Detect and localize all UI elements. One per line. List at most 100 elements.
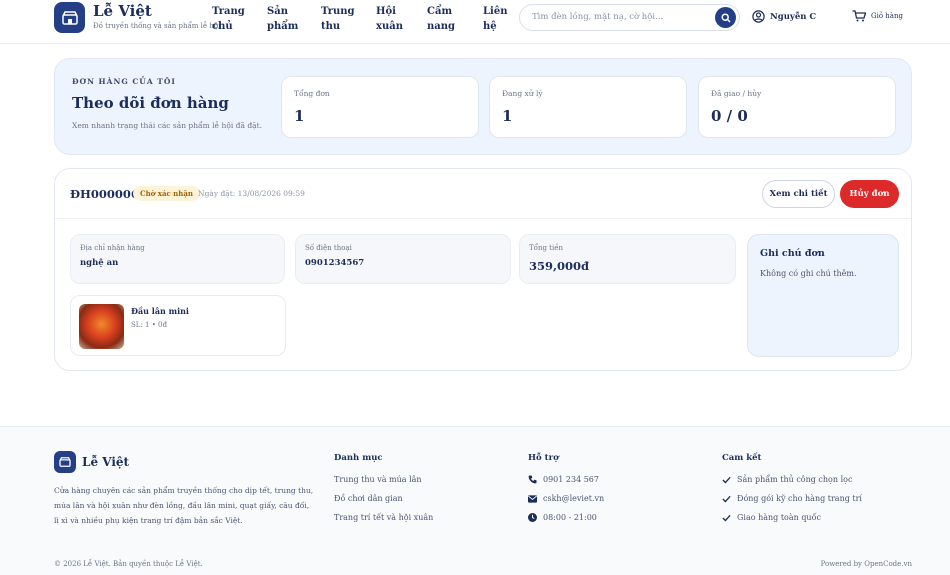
order-header: ĐH000006 Chờ xác nhận Ngày đặt: 13/08/20… bbox=[55, 169, 911, 219]
support-hours: 08:00 - 21:00 bbox=[528, 513, 597, 522]
support-hours-text: 08:00 - 21:00 bbox=[543, 513, 597, 522]
nav-mid-autumn[interactable]: Trung thu bbox=[321, 4, 355, 34]
commitment-text: Đóng gói kỹ cho hàng trang trí bbox=[737, 494, 862, 503]
stat-label: Tổng đơn bbox=[294, 89, 330, 98]
product-image bbox=[79, 304, 124, 349]
user-name: Nguyễn C bbox=[770, 11, 817, 22]
note-title: Ghi chú đơn bbox=[760, 248, 825, 259]
stat-label: Đã giao / hủy bbox=[711, 89, 762, 98]
nav-label: Cẩm bbox=[427, 6, 453, 17]
order-card: ĐH000006 Chờ xác nhận Ngày đặt: 13/08/20… bbox=[54, 168, 912, 371]
page-subtitle: Xem nhanh trạng thái các sản phẩm lễ hội… bbox=[72, 121, 263, 130]
nav-spring-festival[interactable]: Hội xuân bbox=[376, 4, 403, 34]
shop-logo-icon bbox=[61, 10, 78, 25]
stat-value: 1 bbox=[502, 107, 513, 125]
commitment-item: Giao hàng toàn quốc bbox=[722, 513, 821, 522]
nav-label: xuân bbox=[376, 21, 403, 32]
nav-guide[interactable]: Cẩm nang bbox=[427, 4, 455, 34]
order-code: ĐH000006 bbox=[70, 187, 139, 201]
search-icon bbox=[720, 12, 731, 23]
logo[interactable] bbox=[54, 2, 85, 33]
check-icon bbox=[722, 495, 731, 503]
nav-label: nang bbox=[427, 21, 456, 32]
stat-delivered-cancelled: Đã giao / hủy 0 / 0 bbox=[698, 76, 896, 138]
brand-name[interactable]: Lễ Việt bbox=[93, 2, 152, 20]
phone-box: Số điện thoại 0901234567 bbox=[295, 234, 511, 284]
product-name: Đầu lân mini bbox=[131, 306, 189, 316]
nav-label: Hội bbox=[376, 6, 396, 17]
brand-tagline: Đồ truyền thống và sản phẩm lễ hội bbox=[93, 22, 221, 30]
user-icon bbox=[752, 10, 765, 23]
commitment-item: Sản phẩm thủ công chọn lọc bbox=[722, 475, 852, 484]
footer-support-title: Hỗ trợ bbox=[528, 453, 559, 463]
phone-icon bbox=[528, 475, 537, 484]
site-header: Lễ Việt Đồ truyền thống và sản phẩm lễ h… bbox=[0, 0, 950, 44]
nav-label: Trung bbox=[321, 6, 355, 17]
orders-summary-panel: ĐƠN HÀNG CỦA TÔI Theo dõi đơn hàng Xem n… bbox=[54, 58, 912, 155]
page-title: Theo dõi đơn hàng bbox=[72, 94, 229, 112]
address-value: nghệ an bbox=[80, 258, 119, 268]
support-phone-text: 0901 234 567 bbox=[543, 475, 599, 484]
order-date: Ngày đặt: 13/08/2026 09:59 bbox=[198, 189, 305, 198]
order-item[interactable]: Đầu lân mini SL: 1 • 0đ bbox=[70, 295, 286, 356]
support-phone[interactable]: 0901 234 567 bbox=[528, 475, 599, 484]
nav-label: Trang bbox=[212, 6, 245, 17]
commitment-item: Đóng gói kỹ cho hàng trang trí bbox=[722, 494, 862, 503]
search-button[interactable] bbox=[715, 7, 736, 28]
footer-description: Cửa hàng chuyên các sản phẩm truyền thốn… bbox=[54, 486, 314, 525]
view-detail-button[interactable]: Xem chi tiết bbox=[762, 180, 835, 208]
support-email-text: cskh@leviet.vn bbox=[543, 494, 605, 503]
cart-link[interactable]: Giỏ hàng bbox=[852, 10, 903, 22]
footer-category-link[interactable]: Trang trí tết và hội xuân bbox=[334, 513, 433, 522]
search-placeholder: Tìm đèn lồng, mặt nạ, cờ hội... bbox=[532, 12, 664, 22]
footer-logo[interactable] bbox=[54, 451, 76, 473]
footer-commit-title: Cam kết bbox=[722, 453, 762, 463]
nav-label: chủ bbox=[212, 21, 233, 32]
address-label: Địa chỉ nhận hàng bbox=[80, 244, 145, 252]
section-eyebrow: ĐƠN HÀNG CỦA TÔI bbox=[72, 77, 176, 86]
phone-value: 0901234567 bbox=[305, 258, 365, 268]
stat-processing: Đang xử lý 1 bbox=[489, 76, 687, 138]
search-input[interactable]: Tìm đèn lồng, mặt nạ, cờ hội... bbox=[519, 4, 740, 31]
clock-icon bbox=[528, 513, 537, 522]
footer-brand: Lễ Việt bbox=[82, 455, 130, 469]
shop-logo-icon bbox=[59, 457, 71, 467]
status-badge: Chờ xác nhận bbox=[133, 186, 200, 201]
cart-label: Giỏ hàng bbox=[871, 12, 903, 20]
total-label: Tổng tiền bbox=[529, 244, 564, 252]
phone-label: Số điện thoại bbox=[305, 244, 352, 252]
stat-value: 1 bbox=[294, 107, 305, 125]
site-footer: Lễ Việt Cửa hàng chuyên các sản phẩm tru… bbox=[0, 426, 950, 575]
stat-total-orders: Tổng đơn 1 bbox=[281, 76, 479, 138]
product-meta: SL: 1 • 0đ bbox=[131, 321, 167, 329]
nav-contact[interactable]: Liên hệ bbox=[483, 4, 507, 34]
nav-label: Liên bbox=[483, 6, 508, 17]
order-note-box: Ghi chú đơn Không có ghi chú thêm. bbox=[747, 234, 899, 357]
check-icon bbox=[722, 476, 731, 484]
total-box: Tổng tiền 359,000đ bbox=[519, 234, 736, 284]
note-text: Không có ghi chú thêm. bbox=[760, 269, 857, 278]
address-box: Địa chỉ nhận hàng nghệ an bbox=[70, 234, 285, 284]
nav-products[interactable]: Sản phẩm bbox=[267, 4, 298, 34]
nav-label: phẩm bbox=[267, 21, 299, 32]
footer-categories-title: Danh mục bbox=[334, 453, 383, 463]
commitment-text: Giao hàng toàn quốc bbox=[737, 513, 821, 522]
check-icon bbox=[722, 514, 731, 522]
footer-category-link[interactable]: Trung thu và múa lân bbox=[334, 475, 422, 484]
total-value: 359,000đ bbox=[529, 259, 590, 273]
footer-category-link[interactable]: Đồ chơi dân gian bbox=[334, 494, 403, 503]
stat-value: 0 / 0 bbox=[711, 107, 748, 125]
commitment-text: Sản phẩm thủ công chọn lọc bbox=[737, 475, 853, 484]
cancel-order-button[interactable]: Hủy đơn bbox=[840, 180, 899, 208]
nav-label: thu bbox=[321, 21, 341, 32]
nav-home[interactable]: Trang chủ bbox=[212, 4, 245, 34]
user-menu[interactable]: Nguyễn C bbox=[752, 10, 816, 23]
copyright: © 2026 Lễ Việt. Bản quyền thuộc Lễ Việt. bbox=[54, 560, 203, 568]
stat-label: Đang xử lý bbox=[502, 89, 543, 98]
cart-icon bbox=[852, 10, 866, 22]
support-email[interactable]: cskh@leviet.vn bbox=[528, 494, 604, 503]
mail-icon bbox=[528, 494, 537, 503]
nav-label: hệ bbox=[483, 21, 497, 32]
nav-label: Sản bbox=[267, 6, 288, 17]
powered-by-link[interactable]: Powered by OpenCode.vn bbox=[821, 560, 912, 568]
